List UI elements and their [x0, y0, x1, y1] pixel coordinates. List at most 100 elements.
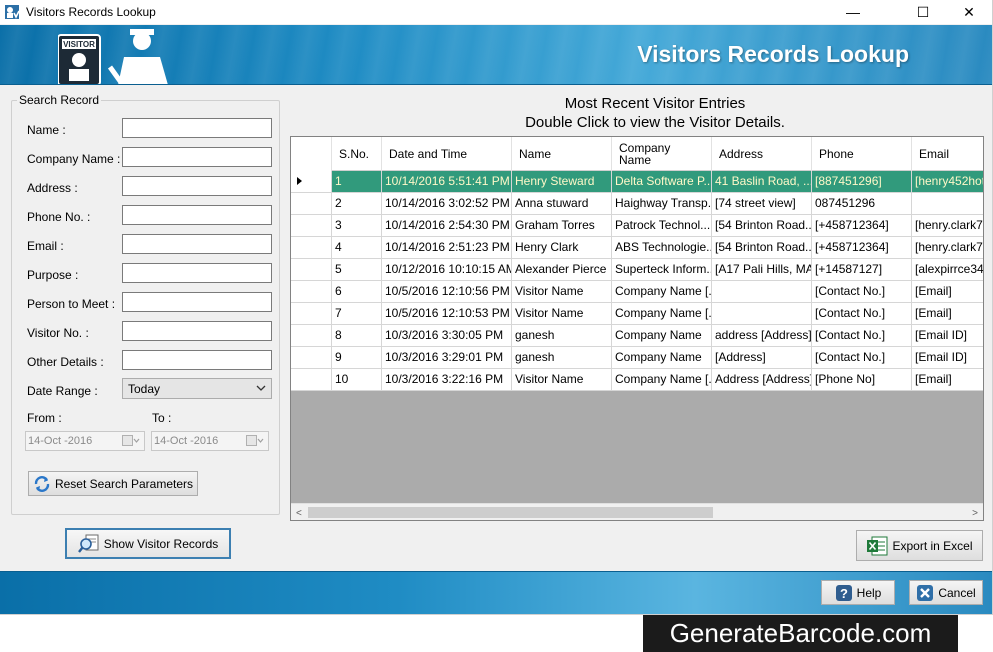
row-header[interactable] [291, 281, 332, 302]
cell-sno[interactable]: 5 [332, 259, 382, 280]
cell-company-name[interactable]: Company Name [612, 347, 712, 368]
cell-phone[interactable]: [+458712364] [812, 237, 912, 258]
visitor-no-field[interactable] [122, 321, 272, 341]
close-button[interactable]: ✕ [946, 0, 992, 24]
cell-email[interactable]: [henry.clark70 [912, 237, 983, 258]
column-header-phone[interactable]: Phone [812, 137, 912, 171]
export-excel-button[interactable]: Export in Excel [856, 530, 983, 561]
cell-sno[interactable]: 10 [332, 369, 382, 390]
cell-address[interactable]: address [Address] [712, 325, 812, 346]
cell-date-time[interactable]: 10/3/2016 3:29:01 PM [382, 347, 512, 368]
purpose-field[interactable] [122, 263, 272, 283]
cell-date-time[interactable]: 10/12/2016 10:10:15 AM [382, 259, 512, 280]
reset-search-button[interactable]: Reset Search Parameters [28, 471, 198, 496]
address-field[interactable] [122, 176, 272, 196]
company-name-field[interactable] [122, 147, 272, 167]
column-header-address[interactable]: Address [712, 137, 812, 171]
cell-phone[interactable]: [+458712364] [812, 215, 912, 236]
cell-company-name[interactable]: Superteck Inform... [612, 259, 712, 280]
table-row[interactable]: 2 10/14/2016 3:02:52 PM Anna stuward Haighw… [291, 193, 983, 215]
cell-name[interactable]: Visitor Name [512, 369, 612, 390]
cell-name[interactable]: Henry Steward [512, 171, 612, 192]
cell-date-time[interactable]: 10/5/2016 12:10:56 PM [382, 281, 512, 302]
date-range-select[interactable]: Today [122, 378, 272, 399]
row-header[interactable] [291, 171, 332, 192]
cell-address[interactable] [712, 303, 812, 324]
cell-phone[interactable]: [+14587127] [812, 259, 912, 280]
show-visitor-records-button[interactable]: Show Visitor Records [65, 528, 231, 559]
from-date-picker[interactable]: 14-Oct -2016 [25, 431, 145, 451]
cell-address[interactable]: [A17 Pali Hills, MA] [712, 259, 812, 280]
cell-phone[interactable]: [887451296] [812, 171, 912, 192]
cell-company-name[interactable]: Delta Software P... [612, 171, 712, 192]
cell-sno[interactable]: 1 [332, 171, 382, 192]
cell-phone[interactable]: 087451296 [812, 193, 912, 214]
column-header-name[interactable]: Name [512, 137, 612, 171]
cell-company-name[interactable]: Haighway Transp... [612, 193, 712, 214]
cell-name[interactable]: Henry Clark [512, 237, 612, 258]
table-row[interactable]: 10 10/3/2016 3:22:16 PM Visitor Name Compan… [291, 369, 983, 391]
cell-address[interactable]: Address [Address] [712, 369, 812, 390]
table-row[interactable]: 5 10/12/2016 10:10:15 AM Alexander Pierce S… [291, 259, 983, 281]
cell-email[interactable]: [Email ID] [912, 347, 983, 368]
cell-address[interactable]: 41 Baslin Road, ... [712, 171, 812, 192]
minimize-button[interactable]: — [830, 0, 876, 24]
cell-name[interactable]: Anna stuward [512, 193, 612, 214]
column-header-date-time[interactable]: Date and Time [382, 137, 512, 171]
scroll-left-arrow[interactable]: < [296, 508, 302, 519]
cell-date-time[interactable]: 10/3/2016 3:22:16 PM [382, 369, 512, 390]
to-date-picker[interactable]: 14-Oct -2016 [151, 431, 269, 451]
cell-company-name[interactable]: Company Name [... [612, 369, 712, 390]
person-to-meet-field[interactable] [122, 292, 272, 312]
cell-company-name[interactable]: Patrock Technol... [612, 215, 712, 236]
table-row[interactable]: 1 10/14/2016 5:51:41 PM Henry Steward Delta… [291, 171, 983, 193]
row-header[interactable] [291, 237, 332, 258]
table-row[interactable]: 8 10/3/2016 3:30:05 PM ganesh Company Name a… [291, 325, 983, 347]
cell-address[interactable]: [Address] [712, 347, 812, 368]
cell-company-name[interactable]: Company Name [612, 325, 712, 346]
column-header-company-name[interactable]: Company Name [612, 137, 712, 171]
cell-sno[interactable]: 8 [332, 325, 382, 346]
name-field[interactable] [122, 118, 272, 138]
other-details-field[interactable] [122, 350, 272, 370]
row-header[interactable] [291, 215, 332, 236]
cell-email[interactable]: [henry452hotm [912, 171, 983, 192]
cell-date-time[interactable]: 10/14/2016 2:54:30 PM [382, 215, 512, 236]
cell-phone[interactable]: [Contact No.] [812, 347, 912, 368]
cell-date-time[interactable]: 10/14/2016 3:02:52 PM [382, 193, 512, 214]
cell-email[interactable]: [Email] [912, 369, 983, 390]
cell-name[interactable]: Graham Torres [512, 215, 612, 236]
cell-address[interactable]: [74 street view] [712, 193, 812, 214]
table-row[interactable]: 7 10/5/2016 12:10:53 PM Visitor Name Compan… [291, 303, 983, 325]
cell-address[interactable]: [54 Brinton Road... [712, 215, 812, 236]
cell-name[interactable]: Visitor Name [512, 303, 612, 324]
cell-company-name[interactable]: Company Name [... [612, 303, 712, 324]
horizontal-scrollbar[interactable]: < > [291, 503, 983, 520]
cell-email[interactable]: [Email ID] [912, 325, 983, 346]
row-header[interactable] [291, 303, 332, 324]
cell-email[interactable]: [alexpirrce34@ [912, 259, 983, 280]
cell-date-time[interactable]: 10/14/2016 5:51:41 PM [382, 171, 512, 192]
row-header[interactable] [291, 325, 332, 346]
cell-name[interactable]: Visitor Name [512, 281, 612, 302]
cell-sno[interactable]: 6 [332, 281, 382, 302]
phone-field[interactable] [122, 205, 272, 225]
column-header-email[interactable]: Email [912, 137, 983, 171]
cell-address[interactable] [712, 281, 812, 302]
cell-sno[interactable]: 7 [332, 303, 382, 324]
column-header-sno[interactable]: S.No. [332, 137, 382, 171]
cell-email[interactable]: [Email] [912, 281, 983, 302]
maximize-button[interactable]: ☐ [900, 0, 946, 24]
row-header[interactable] [291, 193, 332, 214]
cell-company-name[interactable]: ABS Technologie... [612, 237, 712, 258]
cell-sno[interactable]: 2 [332, 193, 382, 214]
table-row[interactable]: 9 10/3/2016 3:29:01 PM ganesh Company Name[… [291, 347, 983, 369]
table-row[interactable]: 3 10/14/2016 2:54:30 PM Graham Torres Patro… [291, 215, 983, 237]
cell-phone[interactable]: [Contact No.] [812, 325, 912, 346]
cell-email[interactable] [912, 193, 983, 214]
cell-name[interactable]: ganesh [512, 347, 612, 368]
visitor-records-grid[interactable]: S.No. Date and Time Name Company Name Ad… [290, 136, 984, 521]
cell-email[interactable]: [Email] [912, 303, 983, 324]
cell-name[interactable]: ganesh [512, 325, 612, 346]
cell-phone[interactable]: [Phone No] [812, 369, 912, 390]
